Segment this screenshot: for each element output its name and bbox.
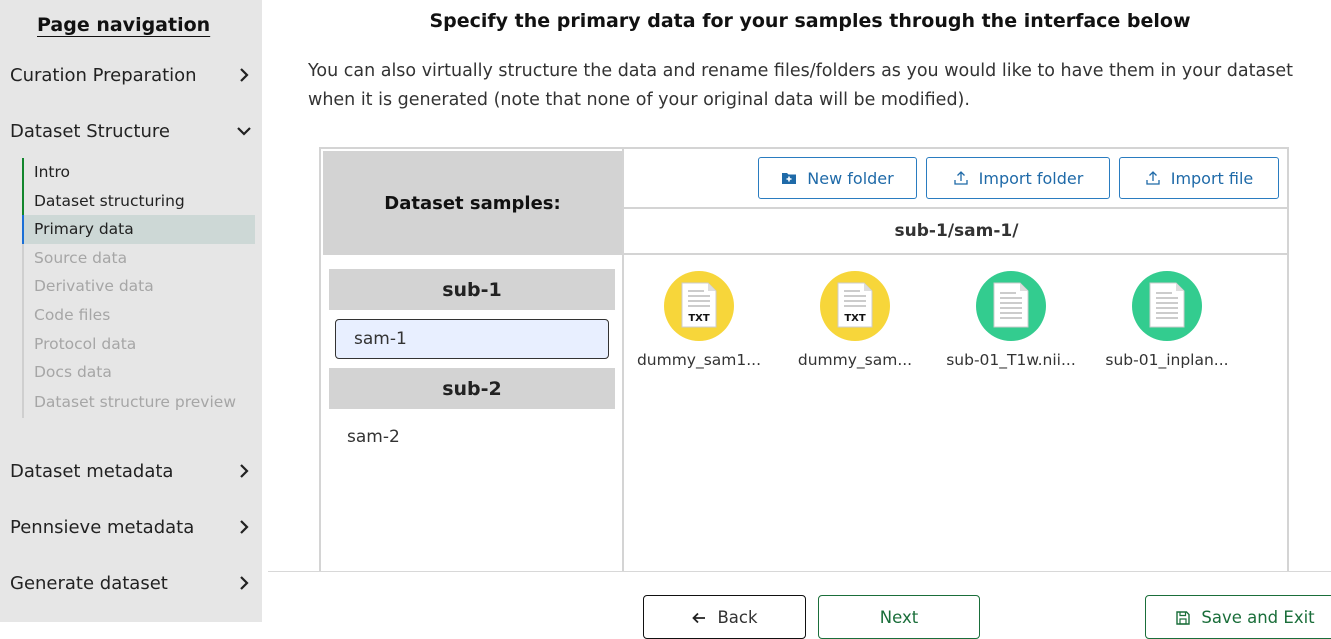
chevron-right-icon bbox=[234, 517, 254, 537]
chevron-right-icon bbox=[234, 573, 254, 593]
page-title: Specify the primary data for your sample… bbox=[429, 10, 1191, 32]
txt-file-icon: TXT bbox=[664, 271, 734, 341]
import-file-button[interactable]: Import file bbox=[1119, 157, 1279, 199]
file-item[interactable]: sub-01_T1w.nii... bbox=[936, 271, 1086, 369]
import-folder-button[interactable]: Import folder bbox=[926, 157, 1110, 199]
sidebar-item-dataset-structure-preview[interactable]: Dataset structure preview bbox=[22, 386, 255, 418]
nav-section-label: Dataset Structure bbox=[10, 120, 170, 142]
dataset-samples-header: Dataset samples: bbox=[323, 151, 622, 255]
chevron-right-icon bbox=[234, 461, 254, 481]
sample-item-sam-2[interactable]: sam-2 bbox=[335, 417, 609, 457]
nav-section-curation-preparation[interactable]: Curation Preparation bbox=[10, 61, 254, 89]
document-file-icon bbox=[1132, 271, 1202, 341]
sidebar-item-code-files[interactable]: Code files bbox=[22, 300, 255, 330]
nav-section-label: Generate dataset bbox=[10, 572, 168, 594]
save-and-exit-label: Save and Exit bbox=[1201, 608, 1315, 627]
page-navigation-sidebar: Page navigation Curation Preparation Dat… bbox=[0, 0, 262, 622]
dataset-structure-subitems: Intro Dataset structuring Primary data S… bbox=[22, 158, 255, 418]
subject-header-sub-2: sub-2 bbox=[329, 368, 615, 409]
sidebar-item-source-data[interactable]: Source data bbox=[22, 243, 255, 273]
sidebar-item-protocol-data[interactable]: Protocol data bbox=[22, 329, 255, 359]
sidebar-item-docs-data[interactable]: Docs data bbox=[22, 358, 255, 387]
sidebar-item-derivative-data[interactable]: Derivative data bbox=[22, 272, 255, 301]
import-folder-label: Import folder bbox=[978, 168, 1084, 188]
import-file-label: Import file bbox=[1170, 168, 1254, 188]
page-description: You can also virtually structure the dat… bbox=[308, 61, 1293, 110]
save-and-exit-button[interactable]: Save and Exit bbox=[1145, 595, 1331, 639]
sample-item-sam-1[interactable]: sam-1 bbox=[335, 319, 609, 359]
txt-file-icon: TXT bbox=[820, 271, 890, 341]
next-label: Next bbox=[879, 608, 919, 627]
file-item[interactable]: sub-01_inplan... bbox=[1092, 271, 1242, 369]
nav-section-dataset-metadata[interactable]: Dataset metadata bbox=[10, 457, 254, 485]
sidebar-item-intro[interactable]: Intro bbox=[22, 158, 255, 187]
next-button[interactable]: Next bbox=[818, 595, 980, 639]
upload-icon bbox=[1145, 170, 1161, 186]
file-name: sub-01_inplan... bbox=[1105, 351, 1229, 369]
file-name: dummy_sam1... bbox=[636, 351, 762, 369]
new-folder-button[interactable]: New folder bbox=[758, 157, 917, 199]
file-item[interactable]: TXT dummy_sam1... bbox=[624, 271, 774, 369]
nav-section-label: Dataset metadata bbox=[10, 460, 174, 482]
sidebar-item-primary-data[interactable]: Primary data bbox=[22, 215, 255, 244]
sidebar-item-dataset-structuring[interactable]: Dataset structuring bbox=[22, 186, 255, 216]
back-button[interactable]: Back bbox=[643, 595, 806, 639]
nav-section-generate-dataset[interactable]: Generate dataset bbox=[10, 569, 254, 597]
nav-section-dataset-structure[interactable]: Dataset Structure bbox=[10, 117, 254, 145]
subject-header-sub-1: sub-1 bbox=[329, 269, 615, 310]
file-type-label: TXT bbox=[844, 313, 866, 324]
upload-icon bbox=[953, 170, 969, 186]
chevron-right-icon bbox=[234, 65, 254, 85]
chevron-down-icon bbox=[234, 121, 254, 141]
file-name: dummy_sam... bbox=[797, 351, 913, 369]
document-file-icon bbox=[976, 271, 1046, 341]
new-folder-label: New folder bbox=[807, 168, 894, 188]
file-type-label: TXT bbox=[688, 313, 710, 324]
dataset-structure-panel: Dataset samples: New folder Import folde… bbox=[319, 147, 1289, 572]
footer-divider bbox=[268, 571, 1331, 572]
nav-section-pennsieve-metadata[interactable]: Pennsieve metadata bbox=[10, 513, 254, 541]
arrow-left-icon bbox=[691, 608, 707, 626]
folder-plus-icon bbox=[781, 170, 797, 186]
page-navigation-title: Page navigation bbox=[37, 14, 211, 36]
file-name: sub-01_T1w.nii... bbox=[946, 351, 1076, 369]
back-label: Back bbox=[717, 608, 758, 627]
nav-section-label: Pennsieve metadata bbox=[10, 516, 195, 538]
file-item[interactable]: TXT dummy_sam... bbox=[780, 271, 930, 369]
save-icon bbox=[1175, 608, 1191, 626]
current-path: sub-1/sam-1/ bbox=[624, 207, 1287, 255]
nav-section-label: Curation Preparation bbox=[10, 64, 197, 86]
file-toolbar: New folder Import folder Import file bbox=[624, 149, 1287, 207]
